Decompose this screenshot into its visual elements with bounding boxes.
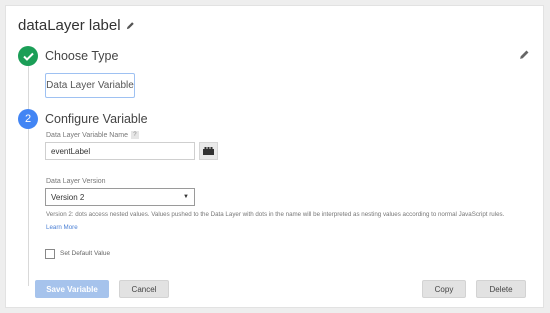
title-row: dataLayer label (18, 17, 135, 34)
version-label: Data Layer Version (46, 178, 106, 185)
save-variable-button[interactable]: Save Variable (35, 280, 109, 298)
cancel-button[interactable]: Cancel (119, 280, 169, 298)
learn-more-link[interactable]: Learn More (46, 224, 78, 231)
variable-editor-card: dataLayer label Choose Type Data Layer V… (5, 5, 544, 308)
delete-button[interactable]: Delete (476, 280, 526, 298)
version-select-value: Version 2 (51, 192, 85, 202)
step-configure-title: Configure Variable (45, 112, 148, 126)
pencil-icon[interactable] (519, 49, 530, 60)
default-value-checkbox[interactable] (45, 249, 55, 259)
variable-type-selector[interactable]: Data Layer Variable (45, 73, 135, 98)
version-select[interactable]: Version 2 ▼ (45, 188, 195, 206)
step-number-badge: 2 (18, 109, 38, 129)
version-help-text: Version 2: dots access nested values. Va… (46, 211, 505, 218)
variable-lego-icon (203, 147, 214, 155)
help-icon[interactable]: ? (130, 131, 139, 139)
default-value-label: Set Default Value (60, 250, 111, 257)
pencil-icon[interactable] (126, 21, 135, 30)
step-complete-badge (18, 46, 38, 66)
page-title: dataLayer label (18, 17, 121, 34)
insert-variable-button[interactable] (199, 142, 218, 160)
copy-button[interactable]: Copy (422, 280, 466, 298)
variable-name-label: Data Layer Variable Name? (46, 131, 139, 139)
variable-name-label-text: Data Layer Variable Name (46, 131, 128, 139)
variable-name-input[interactable]: eventLabel (45, 142, 195, 160)
check-icon (22, 52, 34, 61)
step-choose-type-title: Choose Type (45, 49, 119, 63)
step-rail (28, 64, 29, 286)
caret-down-icon: ▼ (183, 194, 189, 200)
